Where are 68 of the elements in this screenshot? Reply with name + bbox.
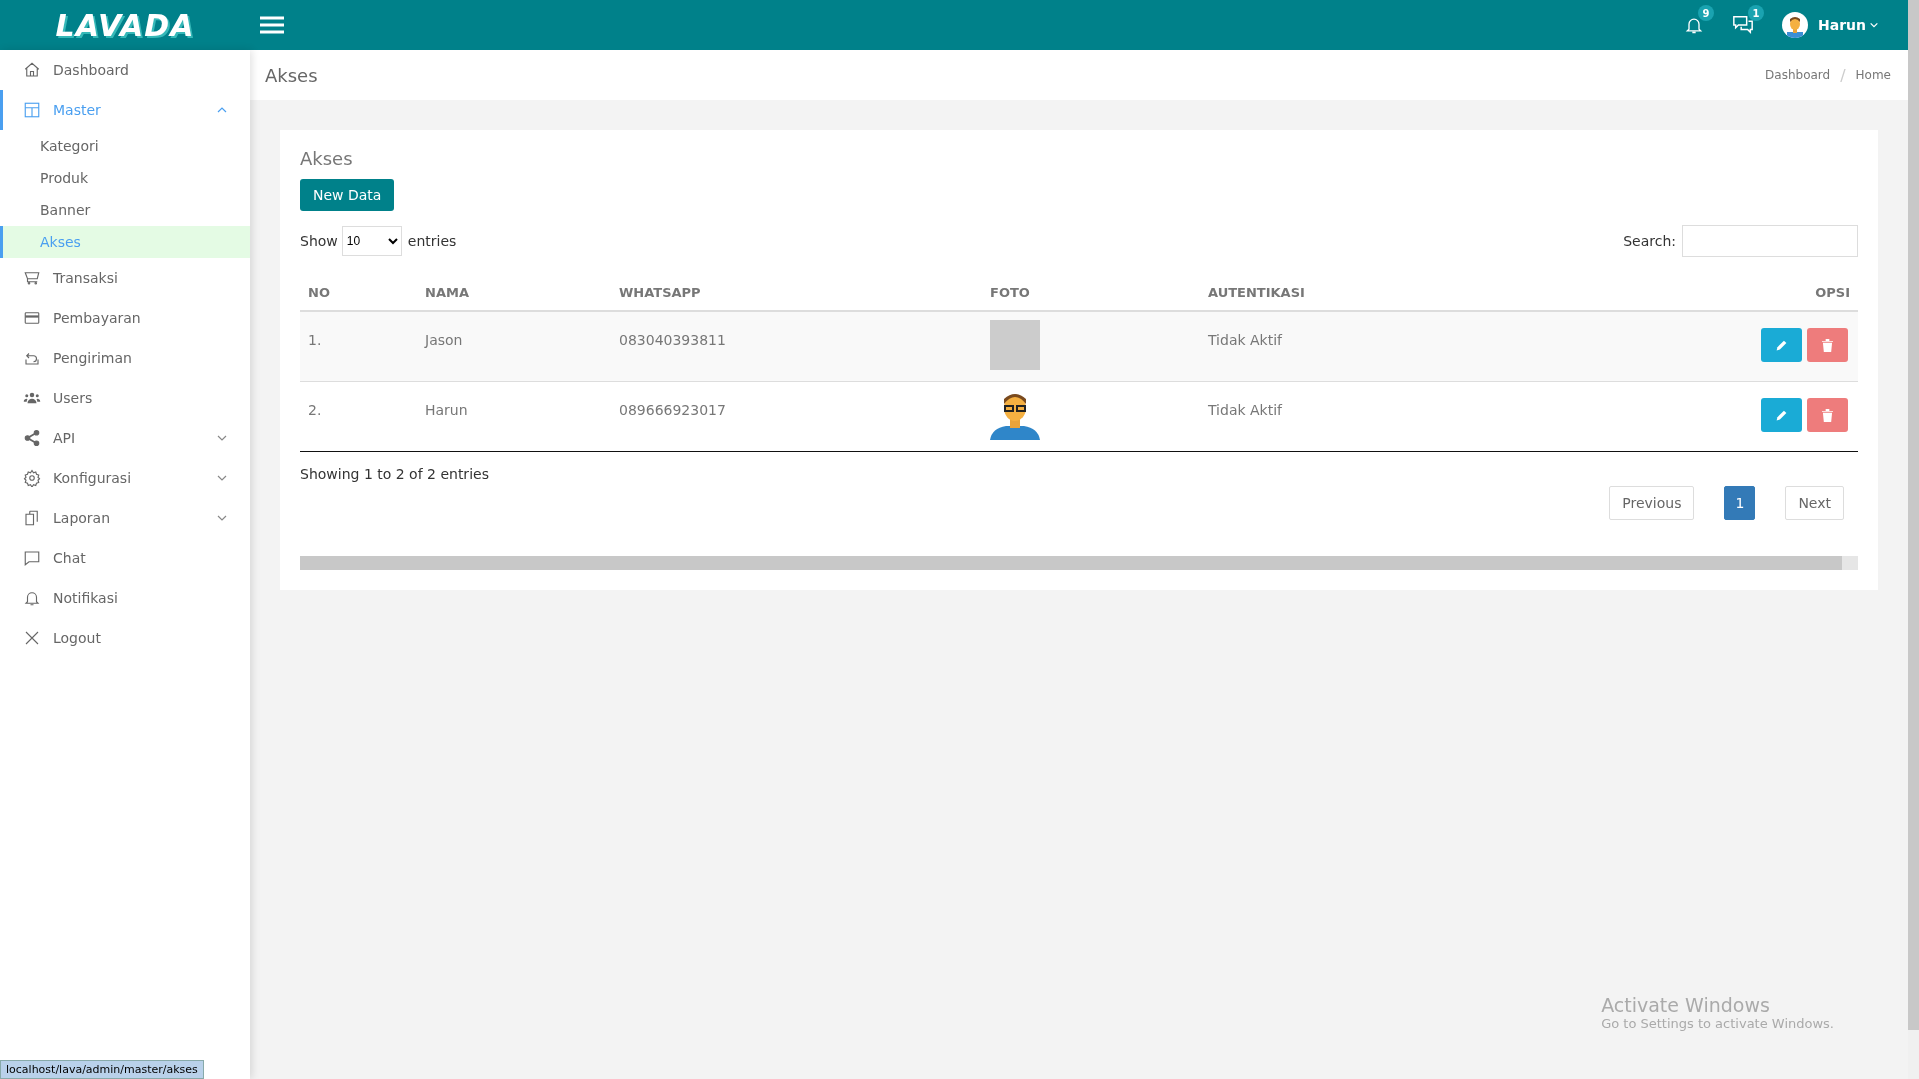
chat-icon: [23, 549, 41, 567]
trash-icon: [1822, 338, 1833, 352]
close-icon: [23, 629, 41, 647]
card-icon: [23, 309, 41, 327]
horizontal-scrollbar[interactable]: [300, 556, 1858, 570]
sidebar-item[interactable]: Users: [0, 378, 250, 418]
cart-icon: [23, 269, 41, 287]
documents-icon: [23, 509, 41, 527]
pagination-button[interactable]: Next: [1785, 486, 1844, 520]
pencil-icon: [1775, 338, 1788, 352]
share-icon: [23, 429, 41, 447]
bell-icon: [23, 589, 41, 607]
table-cell: 083040393811: [611, 311, 982, 382]
card-title: Akses: [300, 148, 354, 169]
entries-info: Showing 1 to 2 of 2 entries: [300, 466, 490, 482]
pencil-icon: [1775, 408, 1788, 422]
entries-label: entries: [407, 233, 457, 249]
photo-placeholder: [990, 320, 1040, 370]
search-field[interactable]: [1682, 225, 1858, 257]
delete-button[interactable]: [1807, 398, 1848, 432]
logo[interactable]: LAVADA: [0, 7, 250, 43]
activation-title: Activate Windows: [1601, 994, 1771, 1016]
table-cell: Harun: [417, 381, 611, 452]
table-cell: 089666923017: [611, 381, 982, 452]
sidebar-item[interactable]: Notifikasi: [0, 578, 250, 618]
sidebar-item[interactable]: Transaksi: [0, 258, 250, 298]
delete-button[interactable]: [1807, 328, 1848, 362]
sidebar-item[interactable]: Pembayaran: [0, 298, 250, 338]
sidebar-item[interactable]: API: [0, 418, 250, 458]
sidebar-item[interactable]: Chat: [0, 538, 250, 578]
sidebar-item[interactable]: Dashboard: [0, 50, 250, 90]
new-data-button[interactable]: New Data: [300, 179, 395, 211]
caret-icon: [1869, 20, 1879, 30]
search-label: Search:: [1623, 233, 1676, 249]
sidebar-subitem[interactable]: Banner: [0, 194, 250, 226]
sidebar-item[interactable]: Laporan: [0, 498, 250, 538]
table-cell: Tidak Aktif: [1200, 311, 1658, 382]
chat-icon[interactable]: [1732, 14, 1754, 36]
user-avatar[interactable]: [1782, 12, 1808, 38]
gear-icon: [23, 469, 41, 487]
status-url: localhost/lava/admin/master/akses: [0, 1060, 204, 1079]
breadcrumb-link[interactable]: Home: [1855, 68, 1891, 82]
table-cell: 1.: [300, 311, 417, 382]
breadcrumb-link[interactable]: Dashboard: [1765, 68, 1831, 82]
edit-button[interactable]: [1761, 328, 1802, 362]
edit-button[interactable]: [1761, 398, 1802, 432]
sidebar-item[interactable]: Pengiriman: [0, 338, 250, 378]
show-label: Show: [300, 233, 338, 249]
activation-text: Go to Settings to activate Windows.: [1601, 1016, 1834, 1031]
table-cell: Tidak Aktif: [1200, 381, 1658, 452]
page-button[interactable]: 1: [1724, 486, 1756, 520]
sidebar-item[interactable]: Logout: [0, 618, 250, 658]
notification-badge: 9: [1698, 5, 1714, 21]
pagination-button[interactable]: Previous: [1609, 486, 1695, 520]
home-icon: [23, 61, 41, 79]
menu-icon[interactable]: [260, 15, 284, 35]
breadcrumb-separator: /: [1840, 65, 1846, 85]
message-badge: 1: [1748, 5, 1764, 21]
page-size-select[interactable]: 10: [341, 226, 402, 256]
user-menu[interactable]: Harun: [1818, 17, 1879, 33]
table-cell: Jason: [417, 311, 611, 382]
table-cell: 2.: [300, 381, 417, 452]
sidebar-subitem[interactable]: Produk: [0, 162, 250, 194]
trash-icon: [1822, 408, 1833, 422]
page-title: Akses: [265, 64, 319, 86]
sidebar-item[interactable]: Konfigurasi: [0, 458, 250, 498]
sidebar-subitem[interactable]: Kategori: [0, 130, 250, 162]
layout-icon: [23, 101, 41, 119]
